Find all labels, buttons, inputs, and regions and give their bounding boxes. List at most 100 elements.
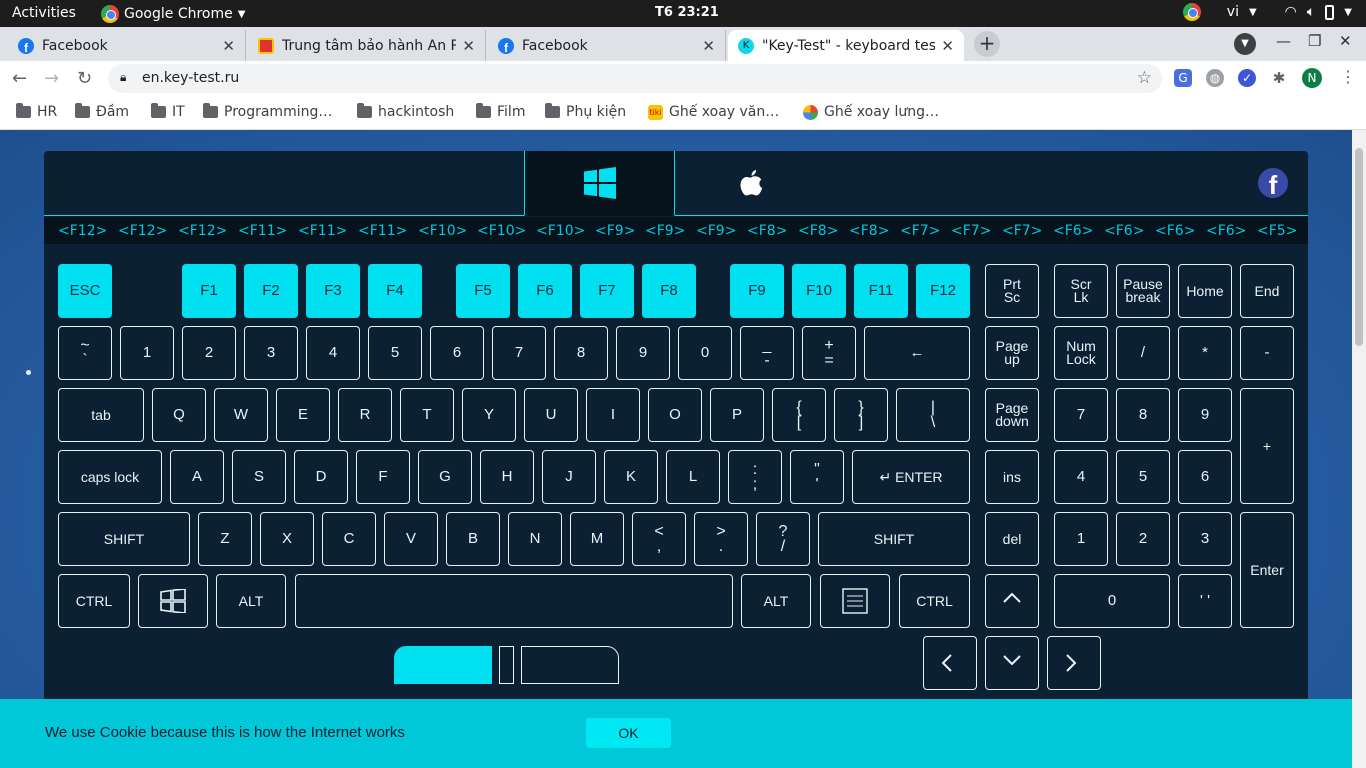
key-right-bracket[interactable]: }] [834,388,888,442]
tab-facebook-1[interactable]: f Facebook ✕ [8,30,246,61]
page-scrollbar[interactable] [1352,130,1366,768]
bookmark-folder-hr[interactable]: HR [16,103,57,120]
key-f4[interactable]: F4 [368,264,422,318]
key-win[interactable] [138,574,208,628]
key-shift-right[interactable]: SHIFT [818,512,970,566]
key-num-slash[interactable]: / [1116,326,1170,380]
key-n[interactable]: N [508,512,562,566]
key-5[interactable]: 5 [368,326,422,380]
key-f3[interactable]: F3 [306,264,360,318]
key-g[interactable]: G [418,450,472,504]
key-1[interactable]: 1 [120,326,174,380]
menu-icon[interactable]: ⋮ [1340,67,1356,86]
new-tab-button[interactable]: + [974,31,1000,57]
key-f12[interactable]: F12 [916,264,970,318]
key-print-screen[interactable]: Prt Sc [985,264,1039,318]
tab-facebook-2[interactable]: f Facebook ✕ [488,30,726,61]
key-num-0[interactable]: 0 [1054,574,1170,628]
key-c[interactable]: C [322,512,376,566]
key-y[interactable]: Y [462,388,516,442]
bookmark-folder-phu-kien[interactable]: Phụ kiện [545,103,626,120]
key-num-enter[interactable]: Enter [1240,512,1294,628]
key-8[interactable]: 8 [554,326,608,380]
key-num-8[interactable]: 8 [1116,388,1170,442]
key-s[interactable]: S [232,450,286,504]
key-caps-lock[interactable]: caps lock [58,450,162,504]
close-icon[interactable]: ✕ [941,37,954,55]
key-ctrl-right[interactable]: CTRL [899,574,970,628]
key-num-lock[interactable]: Num Lock [1054,326,1108,380]
system-tray[interactable]: vi ▼ ◠ 🔈︎ ▼ [1182,3,1352,21]
key-tilde[interactable]: ~ ` [58,326,112,380]
key-f2[interactable]: F2 [244,264,298,318]
key-shift-left[interactable]: SHIFT [58,512,190,566]
tab-mac[interactable] [675,151,826,215]
key-f7[interactable]: F7 [580,264,634,318]
key-f5[interactable]: F5 [456,264,510,318]
key-num-4[interactable]: 4 [1054,450,1108,504]
avatar[interactable]: N [1302,68,1322,88]
key-arrow-down[interactable] [985,636,1039,690]
key-semicolon[interactable]: :; [728,450,782,504]
facebook-link-icon[interactable]: f [1258,168,1288,198]
key-backspace[interactable]: ← [864,326,970,380]
key-num-minus[interactable]: - [1240,326,1294,380]
key-home[interactable]: Home [1178,264,1232,318]
key-o[interactable]: O [648,388,702,442]
key-esc[interactable]: ESC [58,264,112,318]
key-backslash[interactable]: | \ [896,388,970,442]
key-f10[interactable]: F10 [792,264,846,318]
key-page-down[interactable]: Page down [985,388,1039,442]
key-2[interactable]: 2 [182,326,236,380]
language-indicator[interactable]: vi [1227,4,1239,20]
key-end[interactable]: End [1240,264,1294,318]
app-menu[interactable]: Google Chrome ▼ [101,5,245,23]
tab-an-phat[interactable]: Trung tâm bảo hành An Phát ✕ [248,30,486,61]
key-arrow-left[interactable] [923,636,977,690]
key-e[interactable]: E [276,388,330,442]
key-alt-right[interactable]: ALT [741,574,811,628]
key-comma[interactable]: <, [632,512,686,566]
reload-button[interactable]: ↻ [77,68,92,89]
close-icon[interactable]: ✕ [702,37,715,55]
key-q[interactable]: Q [152,388,206,442]
bookmark-folder-dam[interactable]: Đầm [75,103,129,120]
key-f1[interactable]: F1 [182,264,236,318]
key-pause-break[interactable]: Pause break [1116,264,1170,318]
key-num-7[interactable]: 7 [1054,388,1108,442]
key-alt-left[interactable]: ALT [216,574,286,628]
tab-key-test[interactable]: K "Key-Test" - keyboard test ✕ [728,30,964,61]
back-button[interactable]: ← [12,68,27,89]
key-num-9[interactable]: 9 [1178,388,1232,442]
key-period[interactable]: >. [694,512,748,566]
key-num-3[interactable]: 3 [1178,512,1232,566]
key-p[interactable]: P [710,388,764,442]
key-6[interactable]: 6 [430,326,484,380]
key-arrow-up[interactable] [985,574,1039,628]
key-f9[interactable]: F9 [730,264,784,318]
key-l[interactable]: L [666,450,720,504]
key-f6[interactable]: F6 [518,264,572,318]
close-window-button[interactable]: ✕ [1339,32,1352,50]
key-num-dot[interactable]: ' ' [1178,574,1232,628]
key-left-bracket[interactable]: {[ [772,388,826,442]
key-ctrl-left[interactable]: CTRL [58,574,130,628]
activities-button[interactable]: Activities [12,5,76,21]
key-insert[interactable]: ins [985,450,1039,504]
key-4[interactable]: 4 [306,326,360,380]
key-k[interactable]: K [604,450,658,504]
maximize-button[interactable]: ❐ [1308,32,1321,50]
globe-extension-icon[interactable]: ◍ [1206,69,1224,87]
key-space[interactable] [295,574,733,628]
key-m[interactable]: M [570,512,624,566]
key-scroll-lock[interactable]: Scr Lk [1054,264,1108,318]
translate-extension-icon[interactable]: G [1174,69,1192,87]
key-num-1[interactable]: 1 [1054,512,1108,566]
key-quote[interactable]: " ' [790,450,844,504]
key-equals[interactable]: + = [802,326,856,380]
key-v[interactable]: V [384,512,438,566]
bookmark-star-icon[interactable]: ☆ [1137,68,1152,88]
key-x[interactable]: X [260,512,314,566]
key-slash[interactable]: ? / [756,512,810,566]
key-f8[interactable]: F8 [642,264,696,318]
